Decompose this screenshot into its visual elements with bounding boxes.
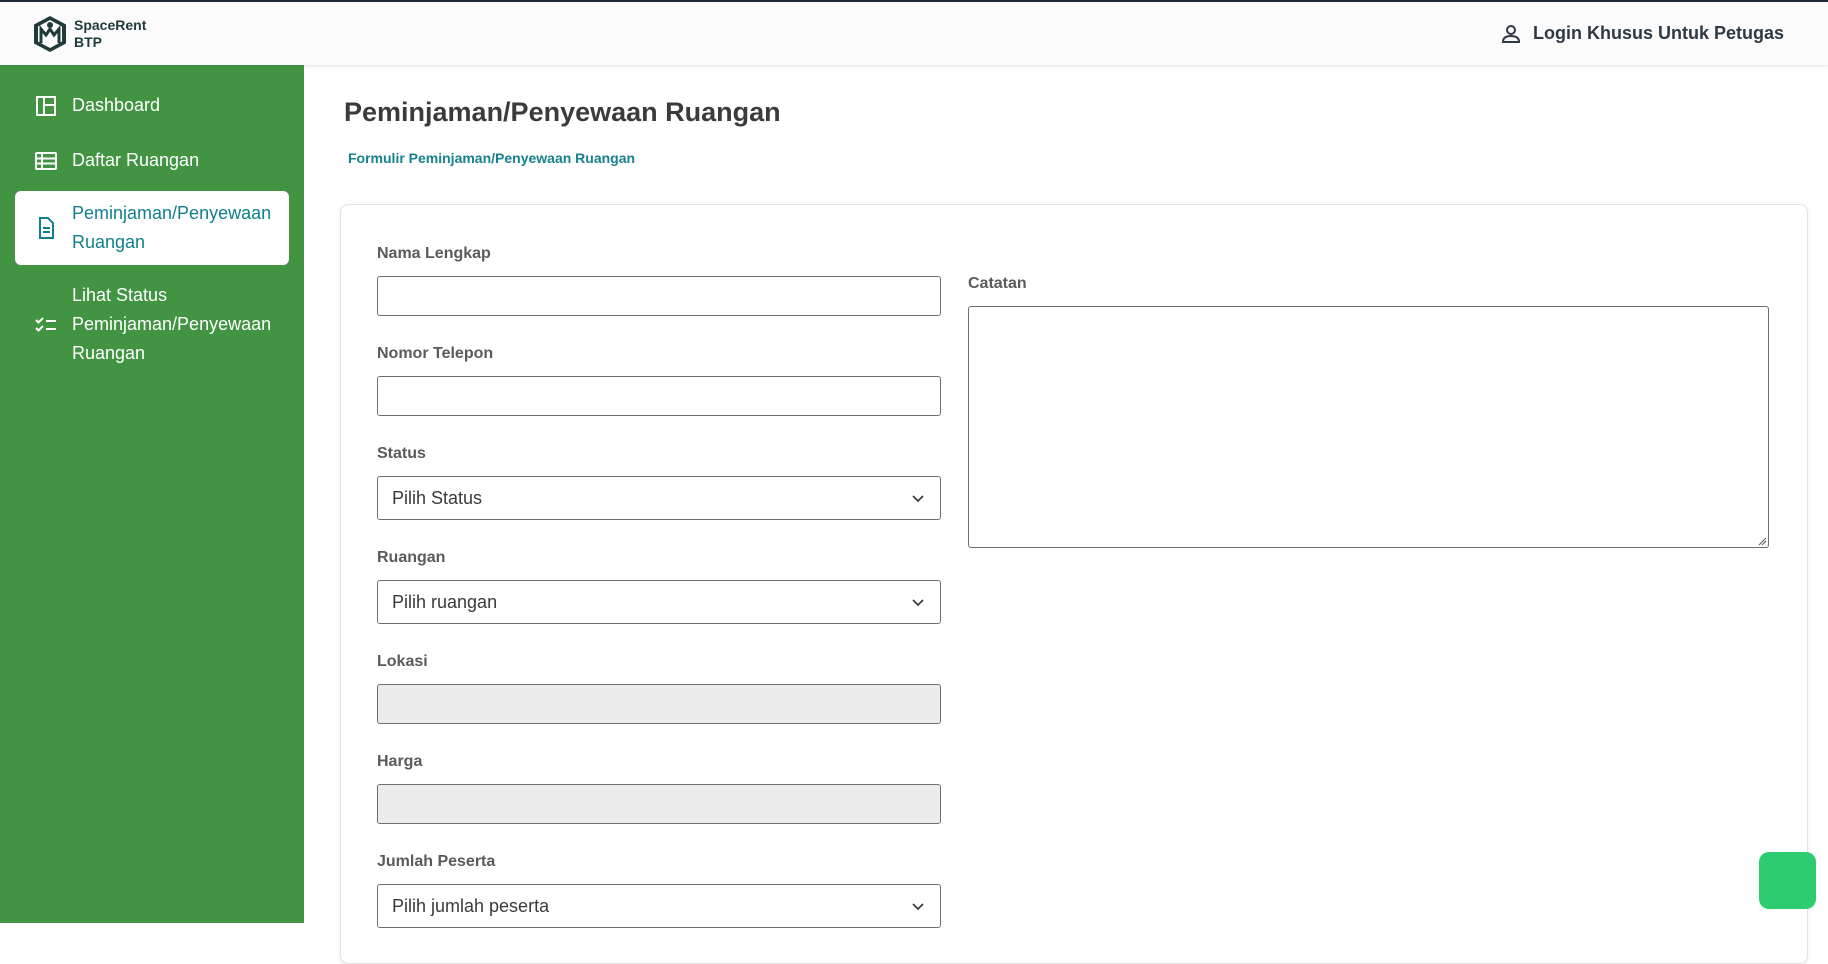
dashboard-icon: [36, 95, 56, 116]
page-title: Peminjaman/Penyewaan Ruangan: [344, 97, 781, 127]
brand[interactable]: SpaceRent BTP: [32, 15, 146, 53]
nama-lengkap-label: Nama Lengkap: [377, 245, 491, 262]
login-petugas-link[interactable]: Login Khusus Untuk Petugas: [1499, 22, 1784, 46]
field-ruangan: Ruangan Pilih ruangan: [377, 549, 941, 624]
login-label: Login Khusus Untuk Petugas: [1532, 23, 1784, 43]
field-nomor-telepon: Nomor Telepon: [377, 345, 941, 416]
ruangan-selected-value: Pilih ruangan: [392, 591, 498, 612]
nama-lengkap-input[interactable]: [377, 276, 941, 316]
sidebar-item-label: Dashboard: [72, 95, 161, 115]
form-card: Nama Lengkap Nomor Telepon Status Pilih …: [340, 204, 1808, 964]
sidebar-item-dashboard[interactable]: Dashboard: [15, 81, 289, 130]
chevron-down-icon: [912, 495, 924, 503]
chevron-down-icon: [912, 599, 924, 607]
status-select[interactable]: Pilih Status: [377, 476, 941, 520]
sidebar-item-lihat-status[interactable]: Lihat Status Peminjaman/Penyewaan Ruanga…: [15, 271, 289, 378]
jumlah-peserta-select[interactable]: Pilih jumlah peserta: [377, 884, 941, 928]
lokasi-label: Lokasi: [377, 653, 428, 670]
nomor-telepon-label: Nomor Telepon: [377, 345, 494, 362]
sidebar-item-peminjaman[interactable]: Peminjaman/Penyewaan Ruangan: [15, 191, 289, 265]
harga-label: Harga: [377, 753, 423, 770]
harga-input: [377, 784, 941, 824]
form-right-column: Catatan: [968, 275, 1769, 548]
ruangan-select[interactable]: Pilih ruangan: [377, 580, 941, 624]
sidebar-item-label: Lihat Status Peminjaman/Penyewaan Ruanga…: [72, 285, 272, 363]
ruangan-label: Ruangan: [377, 549, 446, 566]
resize-handle-icon[interactable]: [1757, 536, 1767, 546]
brand-name: SpaceRent BTP: [74, 16, 147, 50]
user-icon: [1501, 24, 1520, 43]
field-jumlah-peserta: Jumlah Peserta Pilih jumlah peserta: [377, 853, 941, 928]
jumlah-peserta-selected-value: Pilih jumlah peserta: [392, 895, 550, 916]
checklist-icon: [35, 316, 56, 332]
catatan-textarea[interactable]: [968, 306, 1769, 548]
sidebar-item-daftar-ruangan[interactable]: Daftar Ruangan: [15, 136, 289, 185]
document-icon: [39, 217, 54, 239]
floating-action-button[interactable]: [1759, 852, 1816, 909]
page-subtitle: Formulir Peminjaman/Penyewaan Ruangan: [348, 150, 636, 166]
field-lokasi: Lokasi: [377, 653, 941, 724]
nomor-telepon-input[interactable]: [377, 376, 941, 416]
table-list-icon: [35, 151, 57, 170]
chevron-down-icon: [912, 903, 924, 911]
sidebar-item-label: Peminjaman/Penyewaan Ruangan: [72, 203, 272, 252]
jumlah-peserta-label: Jumlah Peserta: [377, 853, 496, 870]
lokasi-input: [377, 684, 941, 724]
field-nama-lengkap: Nama Lengkap: [377, 245, 941, 316]
status-selected-value: Pilih Status: [392, 487, 483, 508]
field-harga: Harga: [377, 753, 941, 824]
main-content: Peminjaman/Penyewaan Ruangan Formulir Pe…: [304, 65, 1828, 964]
form-left-column: Nama Lengkap Nomor Telepon Status Pilih …: [377, 245, 941, 957]
status-label: Status: [377, 445, 426, 462]
sidebar-item-label: Daftar Ruangan: [72, 150, 200, 170]
catatan-label: Catatan: [968, 275, 1027, 292]
field-status: Status Pilih Status: [377, 445, 941, 520]
logo-icon: [34, 15, 66, 52]
sidebar: Dashboard Daftar Ruangan Peminjaman/Peny…: [0, 65, 304, 923]
top-navbar: SpaceRent BTP Login Khusus Untuk Petugas: [0, 0, 1828, 65]
